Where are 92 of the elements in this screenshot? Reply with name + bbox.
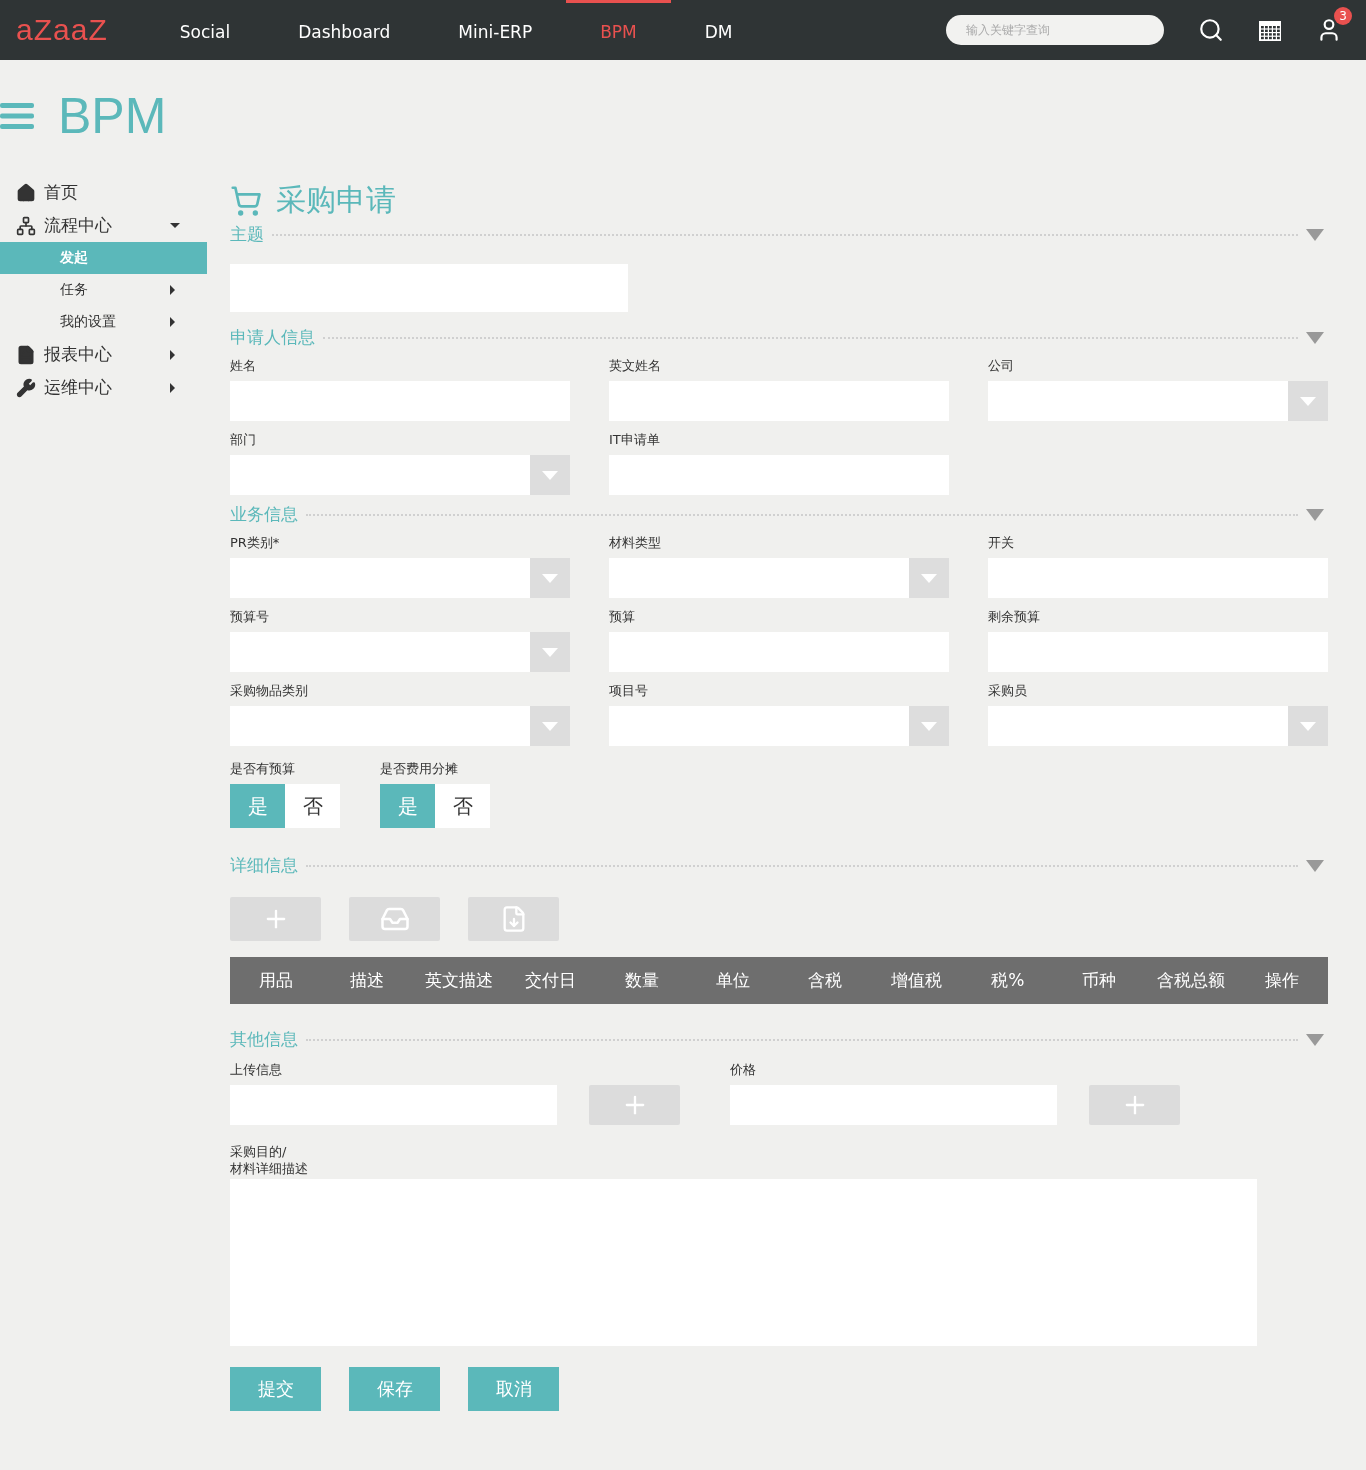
select-field[interactable] [609, 558, 949, 598]
column-header: 币种 [1081, 969, 1118, 992]
sidebar-icon [16, 377, 36, 398]
caret-icon [170, 349, 175, 360]
field-label: 材料类型 [609, 534, 662, 552]
column-header: 单位 [715, 969, 752, 992]
section-title: 申请人信息 [230, 326, 315, 349]
field-label: 采购目的/ [230, 1143, 288, 1160]
select-field[interactable] [988, 706, 1328, 746]
field-label: 采购员 [988, 682, 1028, 700]
sidebar-icon [16, 182, 36, 203]
cart-icon [230, 184, 262, 217]
add-button[interactable] [589, 1085, 680, 1125]
calendar-icon[interactable] [1258, 18, 1282, 42]
field-label: 开关 [988, 534, 1015, 552]
form-title: 采购申请 [276, 181, 396, 219]
caret-icon [170, 382, 175, 393]
sidebar-item[interactable]: 流程中心 [0, 209, 207, 242]
sidebar-item[interactable]: 首页 [0, 176, 207, 209]
collapse-icon[interactable] [1306, 331, 1324, 344]
column-header: 英文描述 [423, 969, 494, 992]
field-label: 是否费用分摊 [380, 760, 459, 778]
dropdown-icon [1300, 396, 1316, 406]
section-title: 主题 [230, 223, 264, 246]
collapse-icon[interactable] [1306, 1033, 1324, 1046]
column-header: 交付日 [523, 969, 577, 992]
sidebar-subitem[interactable]: 我的设置 [0, 306, 207, 338]
sidebar-item[interactable]: 运维中心 [0, 371, 207, 404]
nav-tab[interactable]: Dashboard [264, 0, 425, 60]
add-button[interactable] [230, 897, 321, 941]
field-label: 是否有预算 [230, 760, 296, 778]
dropdown-icon [921, 573, 937, 583]
column-header: 含税总额 [1155, 969, 1226, 992]
field-label: 项目号 [609, 682, 649, 700]
collapse-icon[interactable] [1306, 859, 1324, 872]
field-label: 上传信息 [230, 1061, 283, 1079]
column-header: 描述 [349, 969, 386, 992]
select-field[interactable] [230, 706, 570, 746]
column-header: 税% [990, 969, 1026, 992]
field-label: 英文姓名 [609, 357, 662, 375]
page-title: BPM [58, 87, 167, 145]
column-header: 用品 [257, 969, 294, 992]
search-icon[interactable] [1198, 17, 1224, 43]
nav-tab[interactable]: DM [670, 0, 767, 60]
section-title: 其他信息 [230, 1028, 298, 1051]
caret-icon [170, 223, 180, 228]
caret-icon [170, 285, 175, 295]
sidebar-icon [16, 215, 36, 236]
toggle-option[interactable]: 否 [435, 784, 490, 828]
dropdown-icon [542, 647, 558, 657]
import-button[interactable] [349, 897, 440, 941]
sidebar-subitem[interactable]: 任务 [0, 274, 207, 306]
toggle-option[interactable]: 否 [285, 784, 340, 828]
select-field[interactable] [609, 706, 949, 746]
menu-icon[interactable] [0, 103, 34, 129]
sidebar-icon [16, 344, 36, 365]
dropdown-icon [921, 721, 937, 731]
column-header: 增值税 [889, 969, 943, 992]
field-label: PR类别* [230, 534, 281, 552]
field-label: 剩余预算 [988, 608, 1041, 626]
column-header: 含税 [806, 969, 843, 992]
section-title: 业务信息 [230, 503, 298, 526]
select-field[interactable] [230, 558, 570, 598]
search-field[interactable]: 输入关键字查询 [946, 15, 1164, 45]
column-header: 操作 [1264, 969, 1301, 992]
dropdown-icon [1300, 721, 1316, 731]
caret-icon [170, 317, 175, 327]
field-label: 采购物品类别 [230, 682, 309, 700]
dropdown-icon [542, 470, 558, 480]
field-label: 材料详细描述 [230, 1160, 309, 1177]
column-header: 数量 [623, 969, 660, 992]
collapse-icon[interactable] [1306, 508, 1324, 521]
select-field[interactable] [988, 381, 1328, 421]
nav-tab[interactable]: Social [145, 0, 265, 60]
field-label: 预算号 [230, 608, 270, 626]
add-button[interactable] [1089, 1085, 1180, 1125]
field-label: 预算 [609, 608, 636, 626]
field-label: 姓名 [230, 357, 257, 375]
section-title: 详细信息 [230, 854, 298, 877]
nav-tab[interactable]: Mini-ERP [424, 0, 567, 60]
field-label: 部门 [230, 431, 257, 449]
notification-badge: 3 [1334, 7, 1352, 25]
dropdown-icon [542, 573, 558, 583]
field-label: IT申请单 [609, 431, 661, 449]
dropdown-icon [542, 721, 558, 731]
select-field[interactable] [230, 632, 570, 672]
field-label: 公司 [988, 357, 1015, 375]
collapse-icon[interactable] [1306, 228, 1324, 241]
export-button[interactable] [468, 897, 559, 941]
field-label: 价格 [730, 1061, 757, 1079]
select-field[interactable] [230, 455, 570, 495]
sidebar-item[interactable]: 报表中心 [0, 338, 207, 371]
